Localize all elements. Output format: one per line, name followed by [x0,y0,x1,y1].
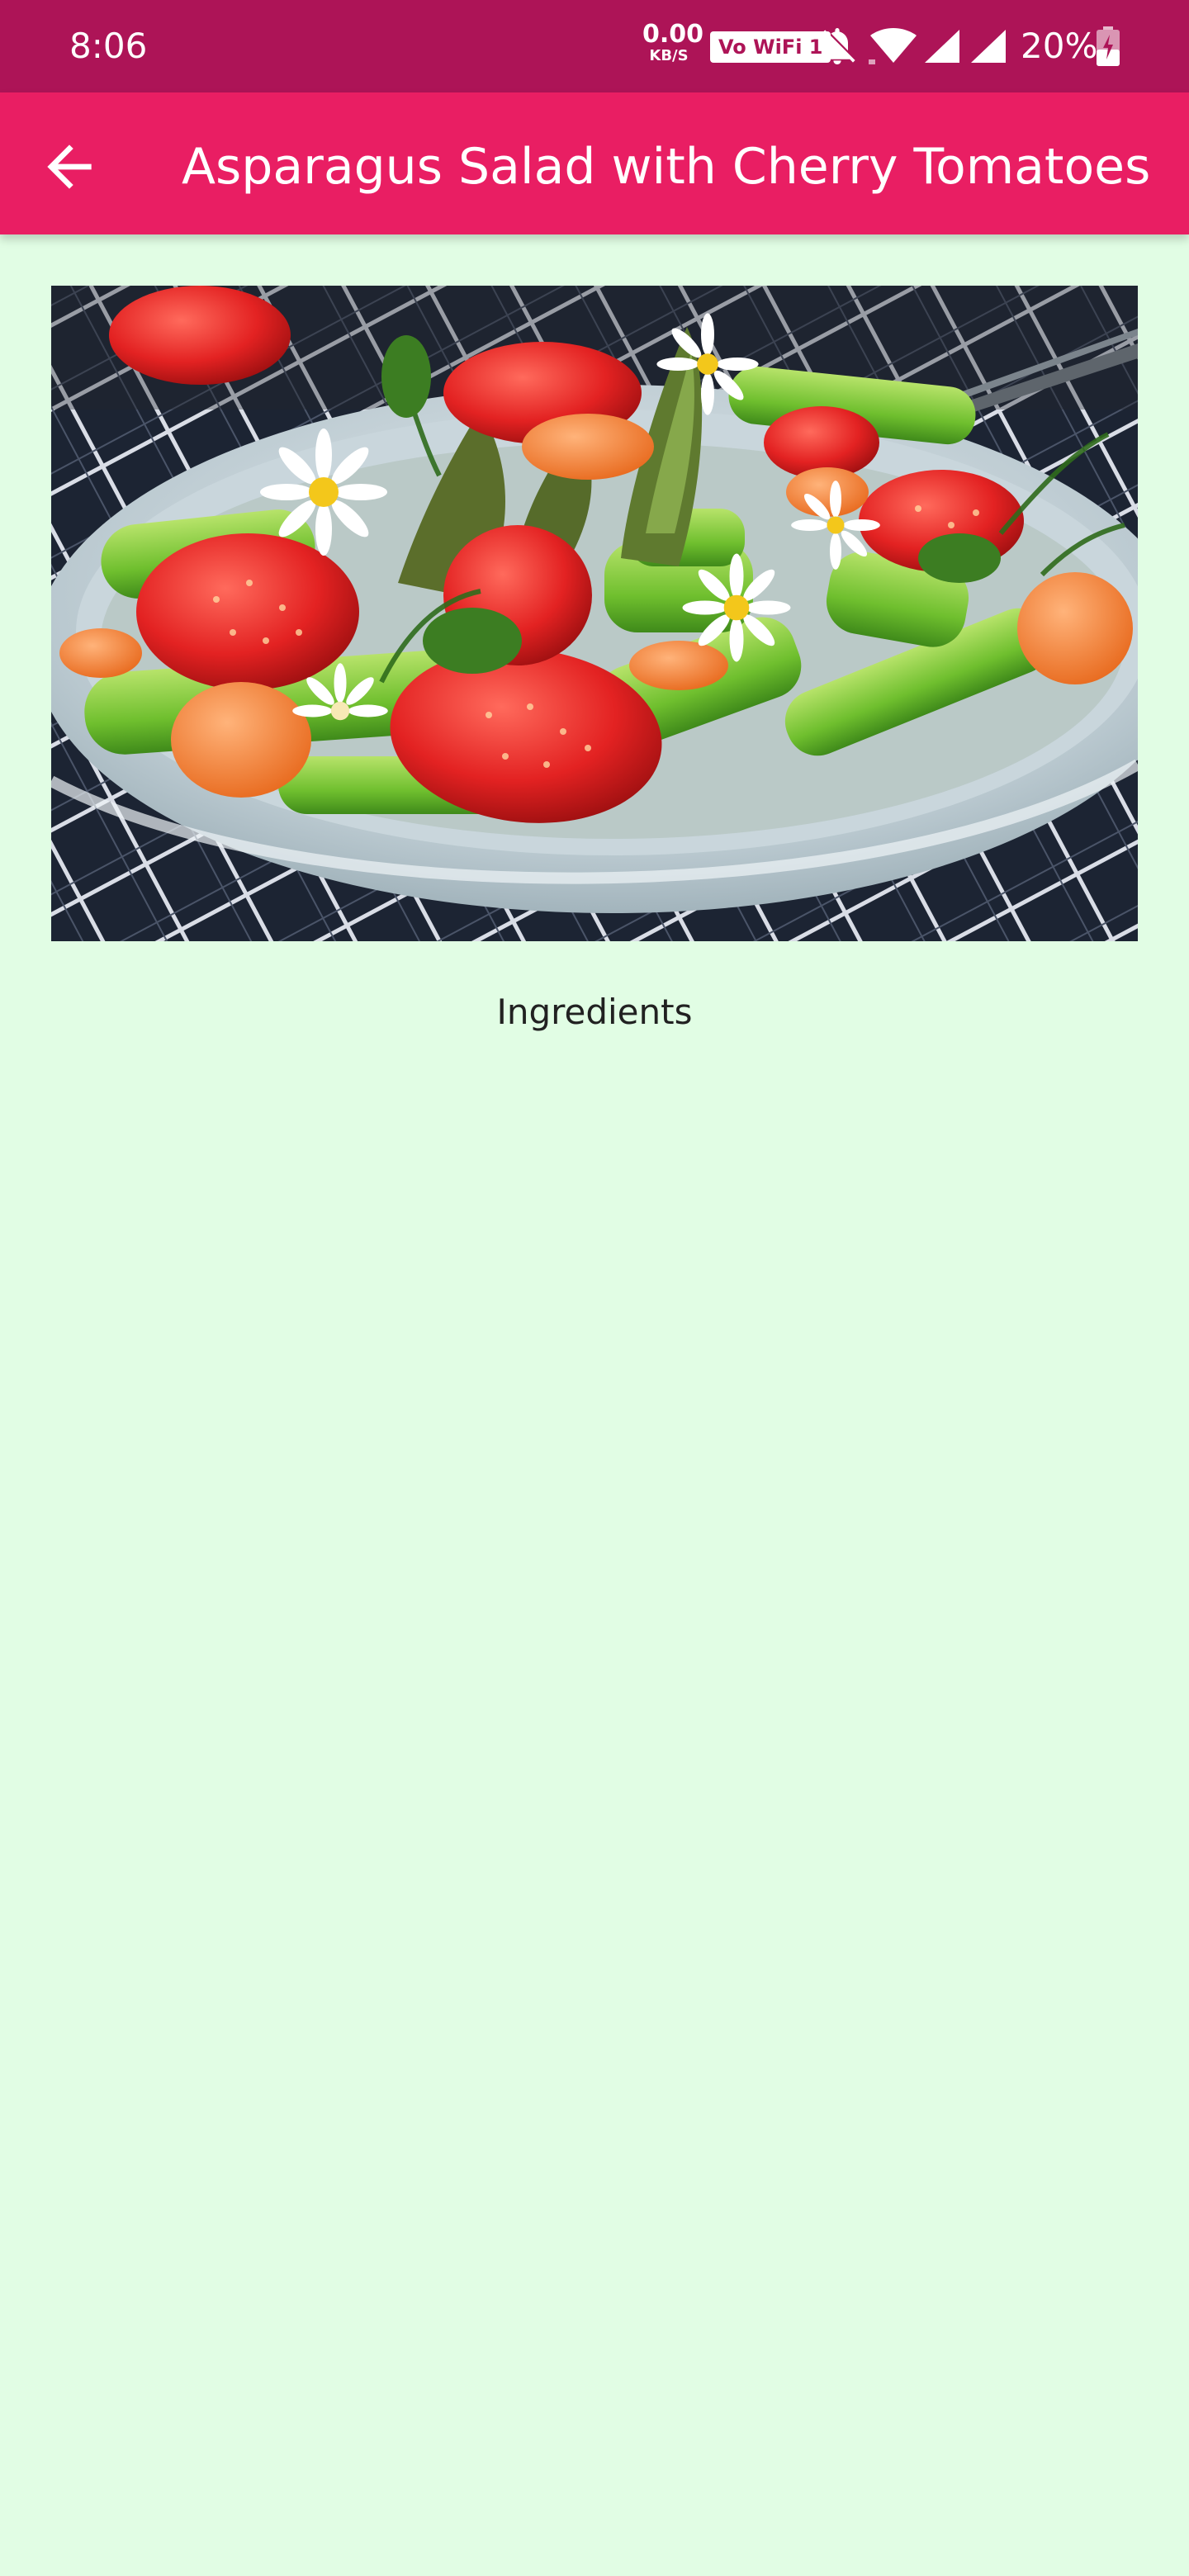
wifi-icon [869,28,917,64]
network-speed-unit: KB/S [649,47,689,64]
vowifi-badge: Vo WiFi 1 [710,31,831,63]
status-time: 8:06 [69,26,148,66]
page-title: Asparagus Salad with Cherry Tomatoes [182,138,1151,196]
salad-photo [51,286,1138,941]
status-bar: 8:06 0.00 KB/S Vo WiFi 1 20% [0,0,1189,92]
back-button[interactable] [36,134,102,200]
ingredients-heading: Ingredients [496,992,693,1032]
battery-charging-icon [1097,26,1120,66]
signal-icon [971,30,1006,63]
signal-icon [925,30,959,63]
arrow-left-icon [47,144,92,189]
recipe-image [51,286,1138,941]
bell-off-icon [822,28,855,64]
app-bar: Asparagus Salad with Cherry Tomatoes [0,92,1189,234]
battery-percent: 20% [1021,26,1098,66]
network-speed-value: 0.00 [642,20,704,49]
network-speed: 0.00 KB/S [642,20,704,64]
